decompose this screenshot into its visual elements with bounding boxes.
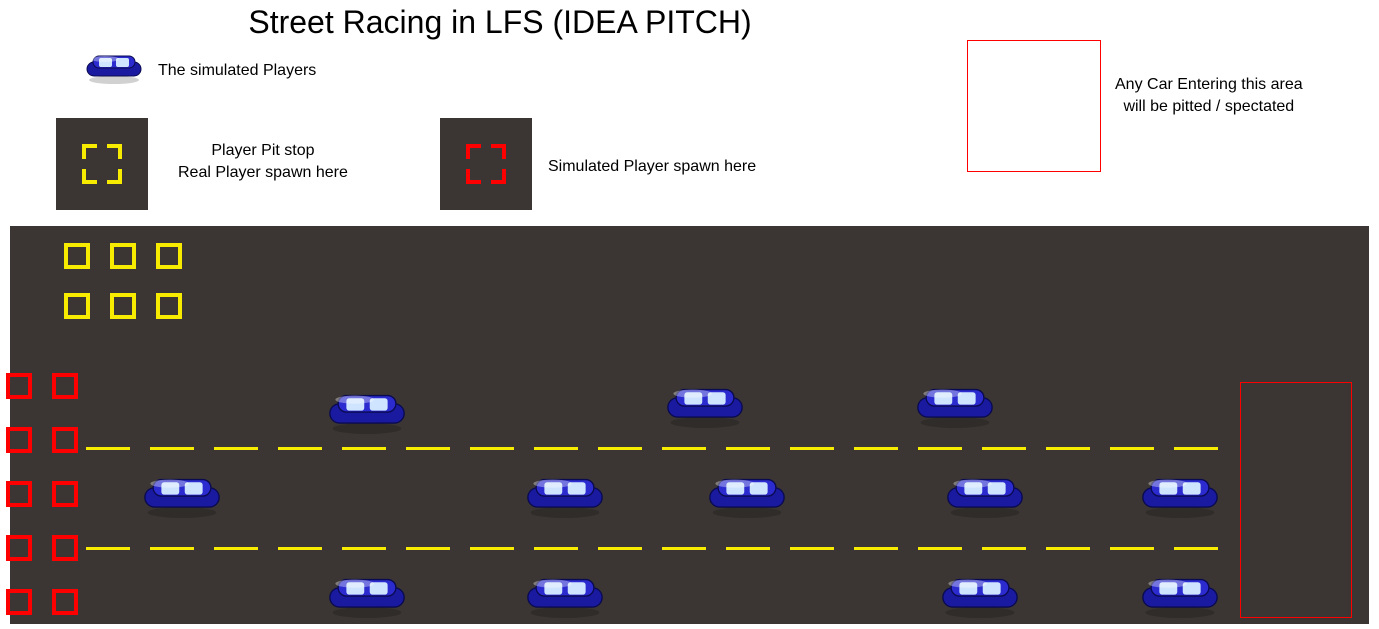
car-icon xyxy=(525,574,605,623)
car-icon xyxy=(327,574,407,623)
spawn-marker xyxy=(6,535,32,561)
spawn-marker xyxy=(52,481,78,507)
car-icon xyxy=(327,390,407,439)
legend-pit-label-line2: Real Player spawn here xyxy=(178,162,348,184)
car-icon xyxy=(945,474,1025,523)
spawn-marker xyxy=(6,427,32,453)
car-icon xyxy=(525,474,605,523)
legend-pit-label-line1: Player Pit stop xyxy=(178,140,348,162)
spawn-marker xyxy=(52,373,78,399)
pit-marker xyxy=(156,293,182,319)
car-icon xyxy=(1140,474,1220,523)
legend-pitzone-line1: Any Car Entering this area xyxy=(1115,74,1303,96)
pit-spectate-zone xyxy=(1240,382,1352,618)
lane-line-lower xyxy=(86,542,1226,550)
pit-marker xyxy=(110,293,136,319)
legend-pitzone-label: Any Car Entering this area will be pitte… xyxy=(1115,74,1303,118)
car-icon xyxy=(707,474,787,523)
legend-pit-label: Player Pit stop Real Player spawn here xyxy=(178,140,348,184)
legend-car-label: The simulated Players xyxy=(158,62,316,80)
legend-pitzone-box xyxy=(967,40,1101,172)
legend-spawn-label: Simulated Player spawn here xyxy=(548,158,756,176)
diagram-page: Street Racing in LFS (IDEA PITCH) The si… xyxy=(0,0,1379,629)
car-icon xyxy=(85,52,143,84)
legend-pit-icon xyxy=(56,118,148,210)
spawn-marker xyxy=(6,589,32,615)
pit-marker xyxy=(110,243,136,269)
car-icon xyxy=(665,384,745,433)
spawn-marker xyxy=(52,535,78,561)
legend-spawn-icon xyxy=(440,118,532,210)
legend-pitzone-line2: will be pitted / spectated xyxy=(1115,96,1303,118)
spawn-marker xyxy=(6,481,32,507)
road-area xyxy=(10,226,1369,624)
pit-marker xyxy=(156,243,182,269)
car-icon xyxy=(1140,574,1220,623)
spawn-marker xyxy=(52,427,78,453)
lane-line-upper xyxy=(86,442,1226,450)
pit-marker xyxy=(64,293,90,319)
pit-marker xyxy=(64,243,90,269)
spawn-marker xyxy=(6,373,32,399)
legend-car-icon xyxy=(85,52,143,89)
page-title: Street Racing in LFS (IDEA PITCH) xyxy=(0,4,1000,41)
spawn-marker xyxy=(52,589,78,615)
car-icon xyxy=(142,474,222,523)
car-icon xyxy=(915,384,995,433)
car-icon xyxy=(940,574,1020,623)
